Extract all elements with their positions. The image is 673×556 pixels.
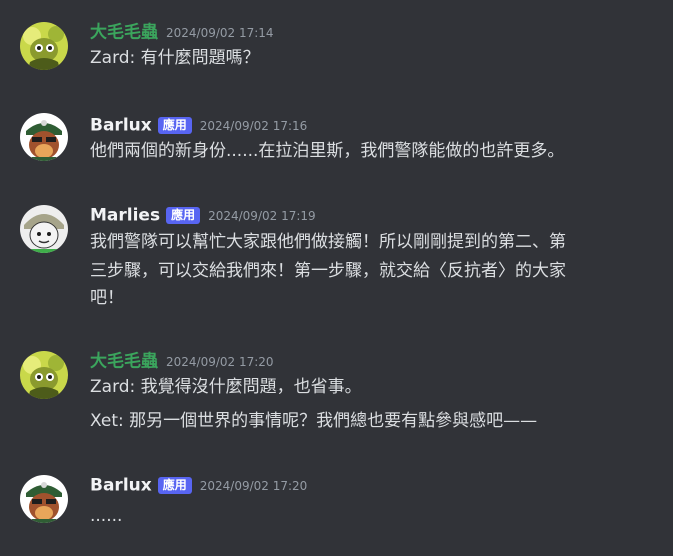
timestamp[interactable]: 2024/09/02 17:16 xyxy=(200,119,308,133)
message-header: Barlux 應用 2024/09/02 17:16 xyxy=(90,113,307,137)
username[interactable]: 大毛毛蟲 xyxy=(90,23,158,43)
green-hat-bear-avatar-icon[interactable] xyxy=(20,113,68,161)
timestamp[interactable]: 2024/09/02 17:14 xyxy=(166,26,274,40)
message-text: 吧！ xyxy=(90,288,124,308)
timestamp[interactable]: 2024/09/02 17:20 xyxy=(166,355,274,369)
green-hat-bear-avatar-icon[interactable] xyxy=(20,475,68,523)
message-header: Marlies 應用 2024/09/02 17:19 xyxy=(90,203,316,227)
timestamp[interactable]: 2024/09/02 17:19 xyxy=(208,209,316,223)
message-text: ...... xyxy=(90,506,123,526)
username[interactable]: Marlies xyxy=(90,206,160,226)
message-text: 他們兩個的新身份......在拉泊里斯，我們警隊能做的也許更多。 xyxy=(90,141,565,161)
username[interactable]: 大毛毛蟲 xyxy=(90,352,158,372)
yellow-cartoon-avatar-icon[interactable] xyxy=(20,351,68,399)
message-text: 三步驟，可以交給我們來！第一步驟，就交給〈反抗者〉的大家 xyxy=(90,261,566,281)
yellow-cartoon-avatar-icon[interactable] xyxy=(20,22,68,70)
message-text: Xet: 那另一個世界的事情呢？我們總也要有點參與感吧—— xyxy=(90,411,538,431)
message-header: Barlux 應用 2024/09/02 17:20 xyxy=(90,473,307,497)
app-tag-badge: 應用 xyxy=(157,477,192,494)
message-text: Zard: 有什麼問題嗎？ xyxy=(90,48,260,68)
message-header: 大毛毛蟲 2024/09/02 17:14 xyxy=(90,20,274,44)
timestamp[interactable]: 2024/09/02 17:20 xyxy=(200,479,308,493)
app-tag-badge: 應用 xyxy=(157,117,192,134)
message-text: 我們警隊可以幫忙大家跟他們做接觸！所以剛剛提到的第二、第 xyxy=(90,232,566,252)
white-hair-character-avatar-icon[interactable] xyxy=(20,205,68,253)
username[interactable]: Barlux xyxy=(90,476,152,496)
message-header: 大毛毛蟲 2024/09/02 17:20 xyxy=(90,349,274,373)
username[interactable]: Barlux xyxy=(90,116,152,136)
app-tag-badge: 應用 xyxy=(166,207,201,224)
message-text: Zard: 我覺得沒什麼問題，也省事。 xyxy=(90,377,362,397)
